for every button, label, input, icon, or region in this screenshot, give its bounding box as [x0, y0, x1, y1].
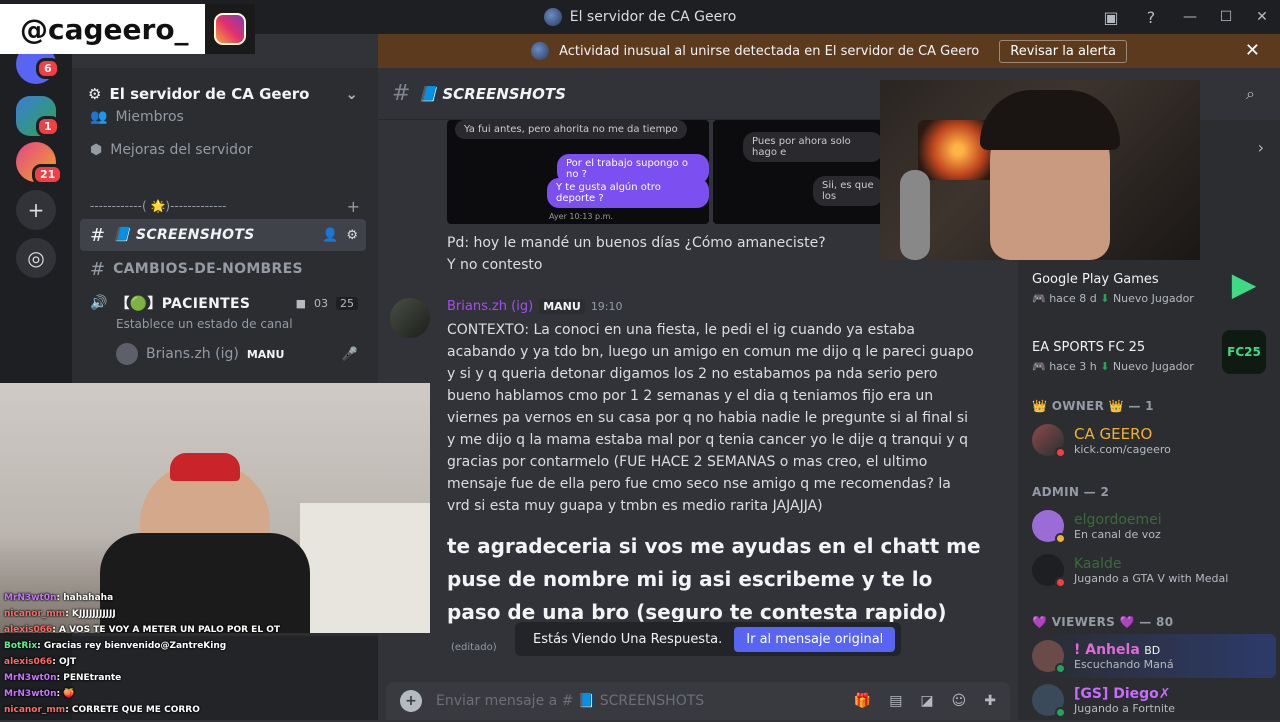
- server-icon: [543, 8, 562, 26]
- gif-icon[interactable]: ▤: [889, 693, 902, 709]
- chevron-down-icon: ⌄: [345, 85, 358, 103]
- members-icon: 👥: [90, 109, 108, 125]
- shield-icon: ⬢: [90, 142, 103, 158]
- maximize-button[interactable]: ☐: [1208, 9, 1244, 25]
- camera-icon: ■: [295, 296, 306, 310]
- avatar: [1032, 684, 1066, 718]
- avatar[interactable]: [390, 298, 430, 338]
- role-tag: MANU: [539, 299, 585, 314]
- avatar: [116, 343, 138, 365]
- sticker-icon[interactable]: ◪: [920, 693, 933, 709]
- sidebar-item-boosts[interactable]: ⬢ Mejoras del servidor: [80, 134, 366, 166]
- alert-text: Actividad inusual al unirse detectada en…: [559, 43, 980, 59]
- notification-badge: 21: [32, 164, 64, 185]
- hash-icon: #: [392, 81, 411, 106]
- avatar: [1032, 510, 1066, 544]
- channel-screenshots[interactable]: # 📘 SCREENSHOTS 👤 ⚙: [80, 219, 366, 251]
- member-admin[interactable]: Kaalde Jugando a GTA V with Medal: [1032, 548, 1276, 592]
- avatar: [1032, 554, 1066, 588]
- edited-label: (editado): [451, 642, 497, 653]
- reply-banner: Estás Viendo Una Respuesta. Ir al mensaj…: [515, 622, 902, 656]
- minimize-button[interactable]: —: [1172, 9, 1208, 25]
- message-author: Brians.zh (ig) MANU 19:10: [447, 299, 623, 314]
- add-channel-icon[interactable]: +: [347, 197, 360, 216]
- viewers-section: 💜 VIEWERS 💜 — 80: [1032, 615, 1174, 629]
- emoji-icon[interactable]: ☺: [952, 693, 967, 709]
- play-games-icon: ▶: [1222, 262, 1266, 306]
- voice-user[interactable]: Brians.zh (ig) MANU 🎤: [80, 338, 366, 370]
- hash-icon: #: [90, 258, 106, 280]
- instagram-icon: [205, 4, 255, 54]
- gear-icon: ⚙: [88, 85, 102, 103]
- member-admin[interactable]: elgordoemei En canal de voz: [1032, 504, 1276, 548]
- window-title: El servidor de CA Geero: [543, 8, 736, 26]
- voice-channel-pacientes[interactable]: 🔊 【🟢】PACIENTES ■ 03 25: [80, 287, 366, 319]
- member-viewer[interactable]: ! Anhela BD Escuchando Maná: [1032, 634, 1276, 678]
- hash-icon: #: [90, 224, 106, 246]
- composer-placeholder[interactable]: Enviar mensaje a # 📘 SCREENSHOTS: [436, 693, 704, 709]
- message-text: Y no contesto: [447, 257, 543, 273]
- fc25-icon: FC25: [1222, 330, 1266, 374]
- channel-title: 📘 SCREENSHOTS: [418, 84, 566, 103]
- channel-cambios-de-nombres[interactable]: # CAMBIOS-DE-NOMBRES: [80, 253, 366, 285]
- sidebar-item-members[interactable]: 👥 Miembros: [80, 108, 366, 126]
- gear-icon[interactable]: ⚙: [346, 228, 358, 243]
- avatar: [1032, 424, 1066, 458]
- streamer-handle-overlay: @cageero_: [0, 4, 205, 54]
- notification-badge: 6: [36, 58, 60, 79]
- apps-icon[interactable]: ✚: [984, 693, 996, 709]
- mute-icon: 🎤: [341, 346, 358, 362]
- explore-icon[interactable]: ◎: [16, 238, 56, 278]
- server-icon: [531, 42, 550, 60]
- webcam-overlay-top: [880, 80, 1200, 260]
- help-icon[interactable]: ?: [1140, 6, 1162, 28]
- timestamp: 19:10: [590, 300, 623, 313]
- activity-card[interactable]: EA SPORTS FC 25 🎮 hace 3 h ⬇ Nuevo Jugad…: [1024, 320, 1274, 382]
- channel-status[interactable]: Establece un estado de canal: [116, 317, 293, 331]
- add-member-icon[interactable]: 👤: [322, 228, 338, 243]
- owner-section: 👑 OWNER 👑 — 1: [1032, 399, 1154, 413]
- inbox-icon[interactable]: ▣: [1100, 6, 1122, 28]
- message-body: CONTEXTO: La conoci en una fiesta, le pe…: [447, 322, 974, 514]
- plus-icon[interactable]: +: [400, 690, 422, 712]
- avatar: [1032, 640, 1066, 674]
- channel-category[interactable]: ------------( 🌟)------------- +: [80, 190, 366, 222]
- message-composer[interactable]: + Enviar mensaje a # 📘 SCREENSHOTS 🎁 ▤ ◪…: [386, 682, 1010, 720]
- speaker-icon: 🔊: [90, 295, 108, 311]
- admin-section: ADMIN — 2: [1032, 485, 1110, 499]
- search-icon[interactable]: ⌕: [1246, 84, 1255, 104]
- message-text: Pd: hoy le mandé un buenos días ¿Cómo am…: [447, 235, 826, 251]
- close-icon[interactable]: ✕: [1245, 40, 1260, 61]
- alert-bar: Actividad inusual al unirse detectada en…: [378, 34, 1280, 68]
- stream-chat-overlay: MrN3wt0n: hahahaha nicanor_mm: KJJJJJJJJ…: [4, 593, 280, 715]
- review-alert-button[interactable]: Revisar la alerta: [999, 39, 1127, 63]
- notification-badge: 1: [36, 116, 60, 137]
- chevron-right-icon[interactable]: ›: [1258, 138, 1264, 157]
- message-heading: te agradeceria si vos me ayudas en el ch…: [447, 534, 981, 624]
- member-owner[interactable]: CA GEERO kick.com/cageero: [1032, 418, 1276, 462]
- member-viewer[interactable]: [GS] Diego✗ Jugando a Fortnite: [1032, 678, 1276, 722]
- game-icon: 🎮: [1032, 292, 1050, 305]
- go-to-original-button[interactable]: Ir al mensaje original: [734, 626, 896, 652]
- attached-screenshot[interactable]: Pues por ahora solo hago e Sii, es que l…: [713, 120, 883, 224]
- close-window-button[interactable]: ✕: [1244, 9, 1280, 25]
- activity-card[interactable]: Google Play Games 🎮 hace 8 d ⬇ Nuevo Jug…: [1024, 252, 1274, 314]
- gift-icon[interactable]: 🎁: [854, 693, 871, 709]
- attached-screenshot[interactable]: Ya fui antes, pero ahorita no me da tiem…: [447, 120, 709, 224]
- game-icon: 🎮: [1032, 360, 1050, 373]
- add-server-icon[interactable]: +: [16, 190, 56, 230]
